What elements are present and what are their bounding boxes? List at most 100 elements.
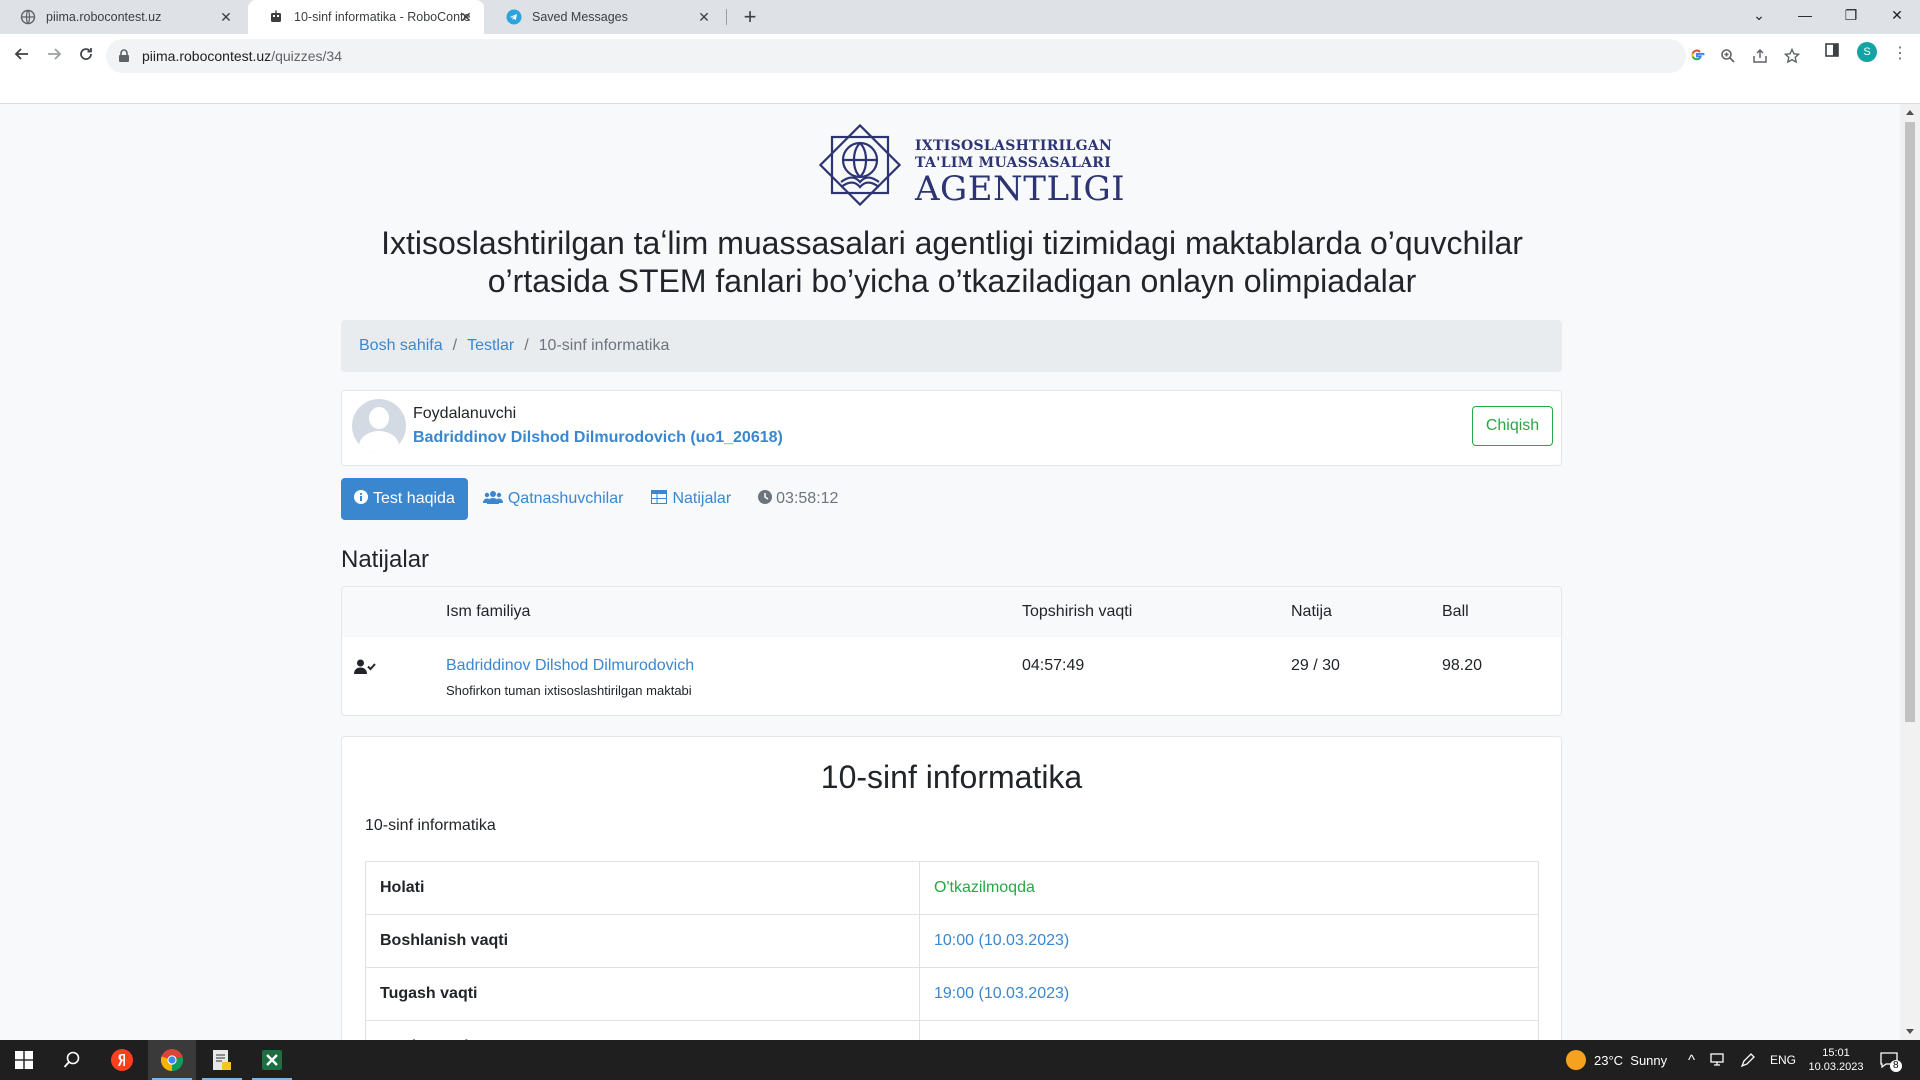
- page-scrollbar[interactable]: [1900, 104, 1920, 1040]
- google-icon[interactable]: [1688, 47, 1706, 65]
- quiz-title: 10-sinf informatika: [820, 759, 1083, 795]
- breadcrumb-separator: /: [524, 337, 529, 354]
- notification-count: 8: [1890, 1060, 1902, 1072]
- participant-name-link[interactable]: Badriddinov Dilshod Dilmurodovich: [446, 657, 694, 675]
- browser-tab-piima[interactable]: piima.robocontest.uz ✕: [0, 0, 244, 34]
- network-icon[interactable]: [1710, 1040, 1728, 1080]
- yandex-browser-button[interactable]: [98, 1040, 146, 1080]
- lock-icon: [118, 49, 130, 68]
- col-points: Ball: [1442, 603, 1469, 620]
- results-section-title: Natijalar: [341, 546, 430, 573]
- info-value-end: 19:00 (10.03.2023): [919, 967, 1539, 1021]
- bookmark-star-icon[interactable]: [1783, 47, 1801, 66]
- notepad-button[interactable]: [198, 1040, 246, 1080]
- breadcrumb: Bosh sahifa / Testlar / 10-sinf informat…: [341, 320, 1562, 372]
- avatar-body: [359, 431, 399, 453]
- tab-search-icon[interactable]: ⌄: [1736, 0, 1782, 30]
- tab-close-icon[interactable]: ✕: [696, 9, 712, 25]
- tab-about-label: Test haqida: [373, 490, 455, 507]
- windows-taskbar: 23°C Sunny ^ ENG 15:01 10.03.2023 8: [0, 1040, 1920, 1080]
- restore-button[interactable]: ❐: [1828, 0, 1874, 30]
- tab-participants[interactable]: Qatnashuvchilar: [470, 478, 637, 520]
- clock[interactable]: 15:01 10.03.2023: [1806, 1040, 1866, 1080]
- tab-participants-label: Qatnashuvchilar: [507, 490, 624, 507]
- avatar: [352, 399, 406, 453]
- excel-button[interactable]: [248, 1040, 296, 1080]
- info-icon: [354, 489, 368, 509]
- scroll-down-icon[interactable]: [1906, 1029, 1914, 1034]
- browser-tab-quiz[interactable]: 10-sinf informatika - RoboContest ✕: [248, 0, 484, 34]
- info-value-count: 30: [919, 1020, 1539, 1040]
- side-panel-icon[interactable]: [1820, 42, 1844, 66]
- url-text: piima.robocontest.uz/quizzes/34: [142, 48, 342, 64]
- scrollbar-thumb[interactable]: [1905, 122, 1915, 722]
- scroll-up-icon[interactable]: [1906, 110, 1914, 115]
- browser-toolbar: piima.robocontest.uz/quizzes/34 S ⋮: [0, 34, 1920, 104]
- info-key-end: Tugash vaqti: [365, 967, 920, 1021]
- tray-chevron-icon[interactable]: ^: [1688, 1040, 1695, 1080]
- browser-tab-telegram[interactable]: Saved Messages ✕: [486, 0, 722, 34]
- info-key-start: Boshlanish vaqti: [365, 914, 920, 968]
- user-name-link[interactable]: Badriddinov Dilshod Dilmurodovich (uo1_2…: [413, 429, 783, 447]
- timer-value: 03:58:12: [776, 490, 839, 507]
- breadcrumb-separator: /: [452, 337, 458, 354]
- forward-button[interactable]: [40, 42, 68, 70]
- tab-title: 10-sinf informatika - RoboContest: [294, 10, 470, 24]
- start-button[interactable]: [0, 1040, 48, 1080]
- weather-widget[interactable]: 23°C Sunny: [1566, 1040, 1667, 1080]
- results-table: Ism familiya Topshirish vaqti Natija Bal…: [341, 586, 1562, 716]
- info-value-start: 10:00 (10.03.2023): [919, 914, 1539, 968]
- share-icon[interactable]: [1751, 48, 1769, 66]
- notifications-button[interactable]: 8: [1880, 1040, 1902, 1080]
- logout-button[interactable]: Chiqish: [1472, 406, 1553, 446]
- minimize-button[interactable]: —: [1782, 0, 1828, 30]
- robot-icon: [268, 9, 284, 25]
- profile-avatar[interactable]: S: [1857, 42, 1877, 62]
- results-table-header: Ism familiya Topshirish vaqti Natija Bal…: [342, 587, 1561, 637]
- search-button[interactable]: [48, 1040, 96, 1080]
- tab-results[interactable]: Natijalar: [638, 478, 744, 520]
- table-icon: [651, 489, 668, 509]
- url-host: piima.robocontest.uz: [142, 48, 272, 64]
- language-indicator[interactable]: ENG: [1770, 1040, 1796, 1080]
- clock-date: 10.03.2023: [1808, 1061, 1864, 1073]
- reload-button[interactable]: [72, 42, 100, 70]
- table-row: Holati O'tkazilmoqda: [365, 861, 1539, 915]
- info-value-status: O'tkazilmoqda: [919, 861, 1539, 915]
- logo-line-1: IXTISOSLASHTIRILGAN: [915, 138, 1113, 154]
- submit-time: 04:57:49: [1022, 657, 1085, 674]
- browser-tab-bar: piima.robocontest.uz ✕ 10-sinf informati…: [0, 0, 1920, 34]
- pen-icon[interactable]: [1740, 1040, 1756, 1080]
- col-name: Ism familiya: [446, 603, 531, 620]
- weather-text: 23°C Sunny: [1594, 1052, 1668, 1068]
- tab-about[interactable]: Test haqida: [341, 478, 468, 520]
- quiz-info-card: 10-sinf informatika 10-sinf informatika …: [341, 736, 1562, 1040]
- countdown-timer: 03:58:12: [746, 489, 850, 509]
- back-button[interactable]: [8, 42, 36, 70]
- page-title-line-1: Ixtisoslashtirilgan taʻlim muassasalari …: [381, 225, 1523, 261]
- agency-logo: IXTISOSLASHTIRILGAN TA'LIM MUASSASALARI …: [815, 120, 1125, 210]
- users-icon: [482, 490, 503, 509]
- tab-close-icon[interactable]: ✕: [458, 9, 474, 25]
- breadcrumb-tests-link[interactable]: Testlar: [467, 337, 514, 355]
- globe-icon: [20, 9, 36, 25]
- menu-kebab-icon[interactable]: ⋮: [1888, 42, 1912, 66]
- close-window-button[interactable]: ✕: [1874, 0, 1920, 30]
- zoom-icon[interactable]: [1719, 48, 1737, 66]
- tab-close-icon[interactable]: ✕: [218, 9, 234, 25]
- telegram-icon: [506, 9, 522, 25]
- col-score: Natija: [1291, 603, 1332, 620]
- new-tab-button[interactable]: +: [737, 4, 763, 30]
- sun-icon: [1566, 1050, 1586, 1070]
- user-label: Foydalanuvchi: [413, 405, 517, 422]
- chrome-button[interactable]: [148, 1040, 196, 1080]
- excel-icon: [262, 1050, 282, 1070]
- quiz-info-table: Holati O'tkazilmoqda Boshlanish vaqti 10…: [365, 861, 1539, 1040]
- breadcrumb-home-link[interactable]: Bosh sahifa: [359, 337, 443, 355]
- info-key-status: Holati: [365, 861, 920, 915]
- user-card: Foydalanuvchi Badriddinov Dilshod Dilmur…: [341, 390, 1562, 466]
- address-bar[interactable]: piima.robocontest.uz/quizzes/34: [106, 39, 1801, 73]
- info-key-count: Testlar soni:: [365, 1020, 920, 1040]
- breadcrumb-current: 10-sinf informatika: [538, 337, 670, 354]
- points-value: 98.20: [1442, 657, 1483, 674]
